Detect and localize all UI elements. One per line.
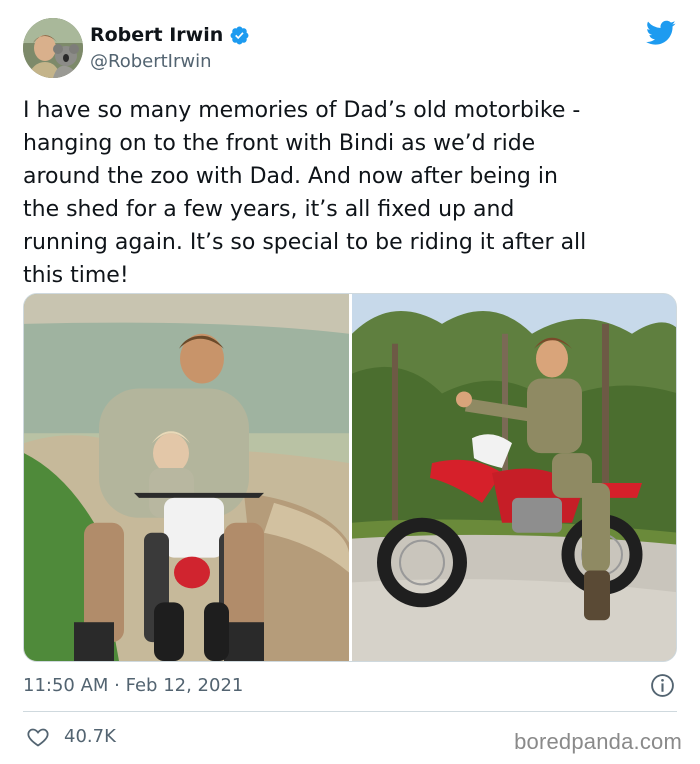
info-icon[interactable] <box>650 673 675 698</box>
author-display-name[interactable]: Robert Irwin <box>90 22 223 48</box>
avatar[interactable] <box>23 18 83 78</box>
like-count[interactable]: 40.7K <box>64 725 116 749</box>
twitter-bird-icon[interactable] <box>646 20 676 46</box>
author-name-row: Robert Irwin <box>90 22 250 48</box>
watermark: boredpanda.com <box>514 729 682 754</box>
media-photo-left[interactable] <box>24 294 349 661</box>
author-handle[interactable]: @RobertIrwin <box>90 50 212 74</box>
media-photo-right[interactable] <box>352 294 677 661</box>
tweet-media[interactable] <box>23 293 677 662</box>
divider <box>23 711 677 712</box>
tweet-timestamp[interactable]: 11:50 AM · Feb 12, 2021 <box>23 674 243 698</box>
avatar-photo <box>23 18 83 78</box>
heart-icon[interactable] <box>26 725 50 749</box>
tweet-text: I have so many memories of Dad’s old mot… <box>23 98 587 288</box>
verified-badge-icon <box>230 26 249 44</box>
